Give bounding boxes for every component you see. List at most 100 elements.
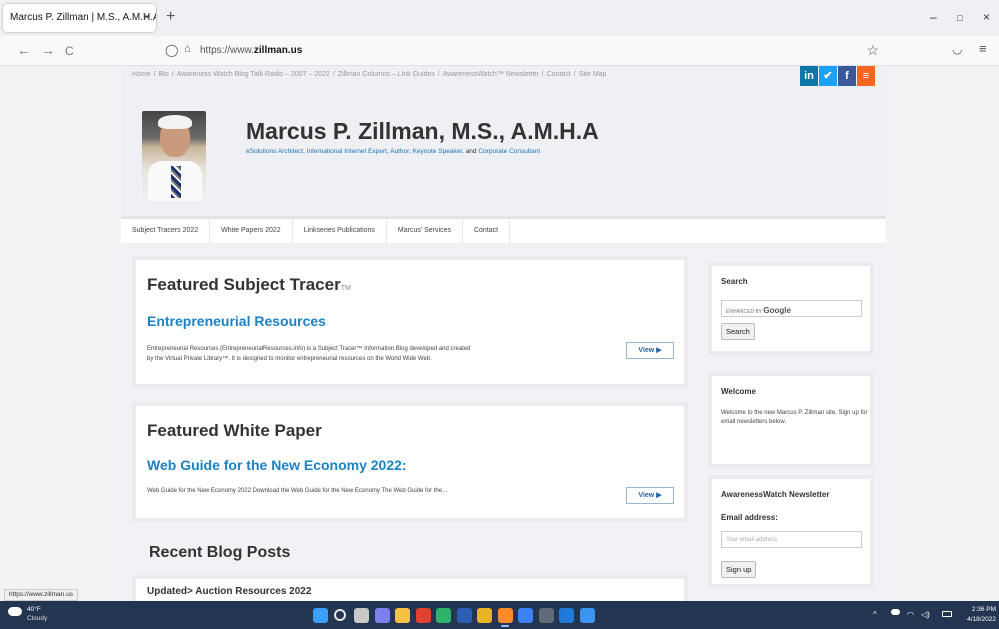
weather-condition[interactable]: Cloudy [27, 615, 47, 622]
close-window-icon[interactable]: × [983, 10, 990, 24]
breadcrumb-link[interactable]: Awareness Watch Blog Talk Radio – 2007 –… [177, 71, 330, 78]
browser-tab[interactable]: Marcus P. Zillman | M.S., A.M.H.A. | | × [3, 4, 156, 32]
email-label: Email address: [721, 513, 778, 522]
search-widget: Search ENHANCED BY Google Search [712, 266, 870, 351]
cloud-icon[interactable] [8, 607, 22, 616]
breadcrumb-link[interactable]: Zillman Columns – Link Guides [338, 71, 435, 78]
facebook-icon[interactable]: f [838, 66, 856, 86]
tab-title: Marcus P. Zillman | M.S., A.M.H.A. | | [10, 12, 156, 23]
restore-icon[interactable]: □ [957, 13, 962, 23]
dell-icon[interactable] [538, 608, 554, 623]
onedrive-icon[interactable] [891, 609, 900, 615]
file-explorer-icon[interactable] [395, 608, 410, 623]
reload-icon[interactable]: C [65, 44, 74, 58]
social-icons: in ✔ f ≡ [799, 66, 875, 88]
featured-tracer-description: Entrepreneurial Resources (Entrepreneuri… [147, 346, 471, 362]
word-icon[interactable] [456, 608, 472, 623]
firefox-icon[interactable] [497, 608, 513, 623]
nav-item[interactable]: White Papers 2022 [210, 219, 293, 243]
featured-tracer-card: Featured Subject TracerTM Entrepreneuria… [136, 260, 684, 384]
breadcrumb-separator: / [573, 71, 576, 78]
search-icon[interactable] [333, 609, 346, 621]
battery-icon[interactable] [942, 611, 952, 617]
browser-tab-bar: Marcus P. Zillman | M.S., A.M.H.A. | | ×… [0, 0, 999, 36]
breadcrumb-link[interactable]: Contact [547, 71, 571, 78]
breadcrumb-link[interactable]: AwarenessWatch™ Newsletter [443, 71, 539, 78]
breadcrumb-separator: / [171, 71, 174, 78]
search-widget-heading: Search [721, 277, 748, 286]
outlook-icon[interactable] [559, 608, 574, 623]
status-url: https://www.zillman.us [4, 589, 78, 601]
site-title[interactable]: Marcus P. Zillman, M.S., A.M.H.A [246, 118, 599, 145]
bookmark-star-icon[interactable]: ☆ [866, 42, 879, 59]
tray-chevron-icon[interactable]: ^ [873, 610, 877, 619]
active-app-indicator [501, 625, 509, 627]
chat-icon[interactable] [374, 608, 390, 623]
close-tab-icon[interactable]: × [144, 12, 150, 23]
weather-temp[interactable]: 40°F [27, 606, 41, 613]
view-tracer-button[interactable]: View ▶ [626, 342, 674, 359]
welcome-widget: Welcome Welcome to the new Marcus P. Zil… [712, 376, 870, 464]
menu-icon[interactable]: ≡ [979, 41, 987, 56]
lock-icon[interactable]: ⌂ [184, 43, 191, 55]
page-viewport: Home / Bio / Awareness Watch Blog Talk Radio… [0, 66, 999, 601]
featured-paper-title[interactable]: Web Guide for the New Economy 2022: [147, 457, 407, 473]
breadcrumb: Home / Bio / Awareness Watch Blog Talk Radio… [132, 69, 632, 81]
start-icon[interactable] [313, 608, 328, 623]
site-container: Home / Bio / Awareness Watch Blog Talk Radio… [121, 66, 886, 601]
minimize-icon[interactable]: – [930, 10, 937, 24]
sign-up-button[interactable]: Sign up [721, 561, 757, 578]
linkedin-icon[interactable]: in [800, 66, 818, 86]
url-text[interactable]: https://www.zillman.us [200, 45, 302, 56]
site-tagline: eSolutions Architect, International Inte… [246, 148, 541, 155]
volume-icon[interactable]: ◁) [921, 610, 930, 619]
shield-icon[interactable]: ◯ [165, 43, 178, 57]
back-icon[interactable]: ← [17, 42, 31, 58]
nav-item[interactable]: Linkseries Publications [293, 219, 387, 243]
breadcrumb-separator: / [153, 71, 156, 78]
breadcrumb-link[interactable]: Bio [159, 71, 169, 78]
task-view-icon[interactable] [354, 608, 369, 623]
clock-date[interactable]: 4/18/2022 [967, 616, 996, 623]
office-icon[interactable] [415, 608, 431, 623]
twitter-icon[interactable]: ✔ [819, 66, 837, 86]
breadcrumb-link[interactable]: Home [132, 71, 151, 78]
featured-paper-card: Featured White Paper Web Guide for the N… [136, 406, 684, 518]
newsletter-heading: AwarenessWatch Newsletter [721, 490, 830, 499]
pocket-icon[interactable]: ◡ [952, 42, 962, 56]
featured-tracer-heading: Featured Subject TracerTM [147, 275, 351, 294]
taskbar: 40°F Cloudy ^ ◠ ◁) 2:36 PM 4/18/2022 [0, 601, 999, 629]
breadcrumb-link[interactable]: Site Map [579, 71, 607, 78]
featured-tracer-title[interactable]: Entrepreneurial Resources [147, 313, 326, 329]
wifi-icon[interactable]: ◠ [907, 610, 914, 619]
chrome-icon[interactable] [477, 608, 492, 623]
calendar-icon[interactable] [518, 608, 533, 623]
email-field[interactable]: Your email address [721, 531, 862, 548]
main-nav: Subject Tracers 2022 White Papers 2022 Lin… [121, 216, 886, 243]
new-tab-button[interactable]: + [166, 8, 175, 26]
featured-paper-heading: Featured White Paper [147, 421, 322, 440]
blog-post-title[interactable]: Updated> Auction Resources 2022 [147, 586, 311, 597]
clock-time[interactable]: 2:36 PM [972, 606, 996, 613]
nav-item[interactable]: Contact [463, 219, 511, 243]
breadcrumb-separator: / [541, 71, 544, 78]
todo-icon[interactable] [579, 608, 595, 623]
breadcrumb-separator: / [437, 71, 440, 78]
nav-item[interactable]: Subject Tracers 2022 [121, 219, 211, 243]
newsletter-widget: AwarenessWatch Newsletter Email address:… [712, 479, 870, 584]
author-photo [142, 111, 206, 201]
google-search-input[interactable]: ENHANCED BY Google [721, 300, 862, 317]
featured-paper-description: Web Guide for the New Economy 2022 Downl… [147, 488, 449, 494]
view-paper-button[interactable]: View ▶ [626, 487, 674, 504]
nav-item[interactable]: Marcus' Services [387, 219, 463, 243]
browser-nav-bar: ← → C ◯ ⌂ https://www.zillman.us ☆ ◡ ≡ [0, 36, 999, 66]
rss-icon[interactable]: ≡ [857, 66, 875, 86]
breadcrumb-separator: / [332, 71, 335, 78]
welcome-text: Welcome to the new Marcus P. Zillman sit… [721, 410, 868, 425]
forward-icon[interactable]: → [41, 42, 55, 58]
search-button[interactable]: Search [721, 323, 755, 340]
blog-post-card: Updated> Auction Resources 2022 [136, 579, 684, 601]
edge-icon[interactable] [436, 608, 451, 623]
url-bar[interactable]: ◯ ⌂ https://www.zillman.us ☆ [152, 40, 887, 62]
recent-posts-heading: Recent Blog Posts [149, 544, 291, 561]
